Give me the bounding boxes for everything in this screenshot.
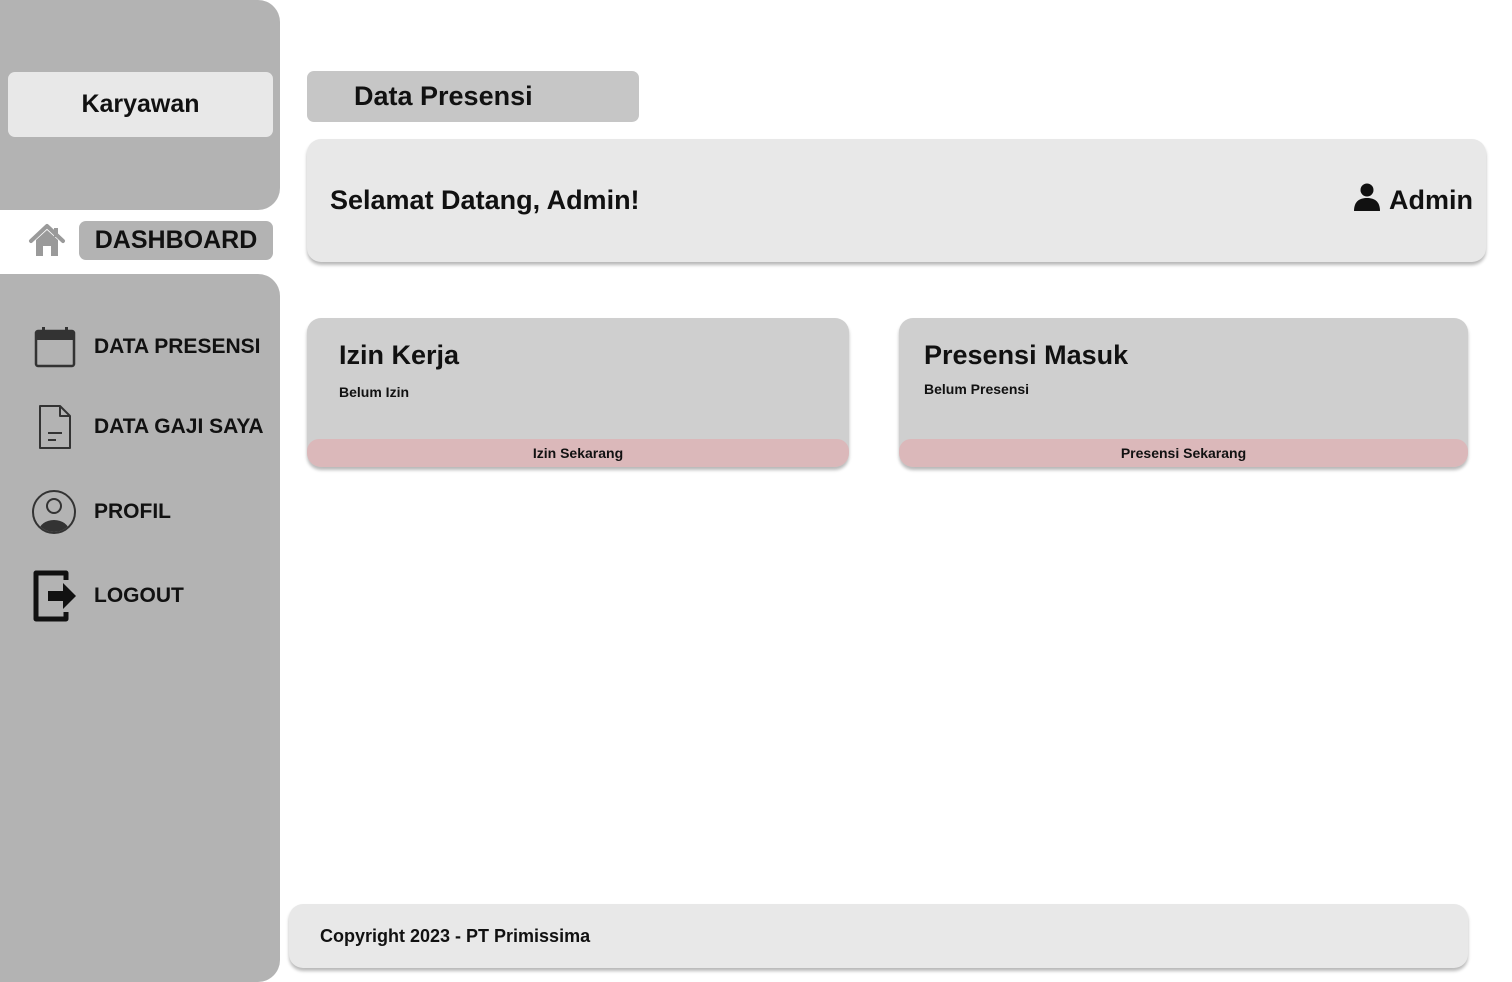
sidebar-item-data-gaji-saya[interactable]: DATA GAJI SAYA — [28, 401, 264, 453]
card-title: Presensi Masuk — [924, 340, 1129, 370]
card-status: Belum Presensi — [924, 381, 1030, 397]
sidebar-item-label: DATA PRESENSI — [94, 335, 261, 358]
presensi-sekarang-button[interactable]: Presensi Sekarang — [899, 439, 1468, 467]
izin-sekarang-button[interactable]: Izin Sekarang — [307, 439, 849, 467]
card-title: Izin Kerja — [339, 340, 460, 370]
copyright-text: Copyright 2023 - PT Primissima — [320, 925, 591, 946]
welcome-panel: Selamat Datang, Admin! Admin — [307, 139, 1486, 262]
sidebar-item-data-presensi[interactable]: DATA PRESENSI — [28, 321, 260, 373]
document-icon — [28, 401, 80, 453]
calendar-icon — [28, 321, 80, 373]
user-name: Admin — [1389, 185, 1473, 215]
welcome-message: Selamat Datang, Admin! — [330, 185, 640, 215]
user-menu[interactable]: Admin — [1354, 139, 1473, 262]
user-circle-icon — [28, 486, 80, 538]
logout-icon — [28, 570, 80, 622]
sidebar-item-label: LOGOUT — [94, 584, 184, 607]
user-icon — [1354, 183, 1389, 218]
page-title: Data Presensi — [307, 71, 639, 122]
sidebar-item-logout[interactable]: LOGOUT — [28, 570, 184, 622]
sidebar-item-label: DASHBOARD — [79, 221, 273, 260]
sidebar-menu — [0, 274, 280, 982]
sidebar-item-dashboard[interactable]: DASHBOARD — [18, 210, 280, 274]
presensi-masuk-card: Presensi Masuk Belum Presensi Presensi S… — [899, 318, 1468, 467]
sidebar-item-profil[interactable]: PROFIL — [28, 486, 171, 538]
card-status: Belum Izin — [339, 384, 410, 400]
izin-kerja-card: Izin Kerja Belum Izin Izin Sekarang — [307, 318, 849, 467]
sidebar-item-label: DATA GAJI SAYA — [94, 415, 264, 438]
footer: Copyright 2023 - PT Primissima — [289, 904, 1468, 968]
sidebar-item-label: PROFIL — [94, 500, 171, 523]
role-label: Karyawan — [8, 72, 273, 137]
home-icon — [28, 222, 66, 260]
